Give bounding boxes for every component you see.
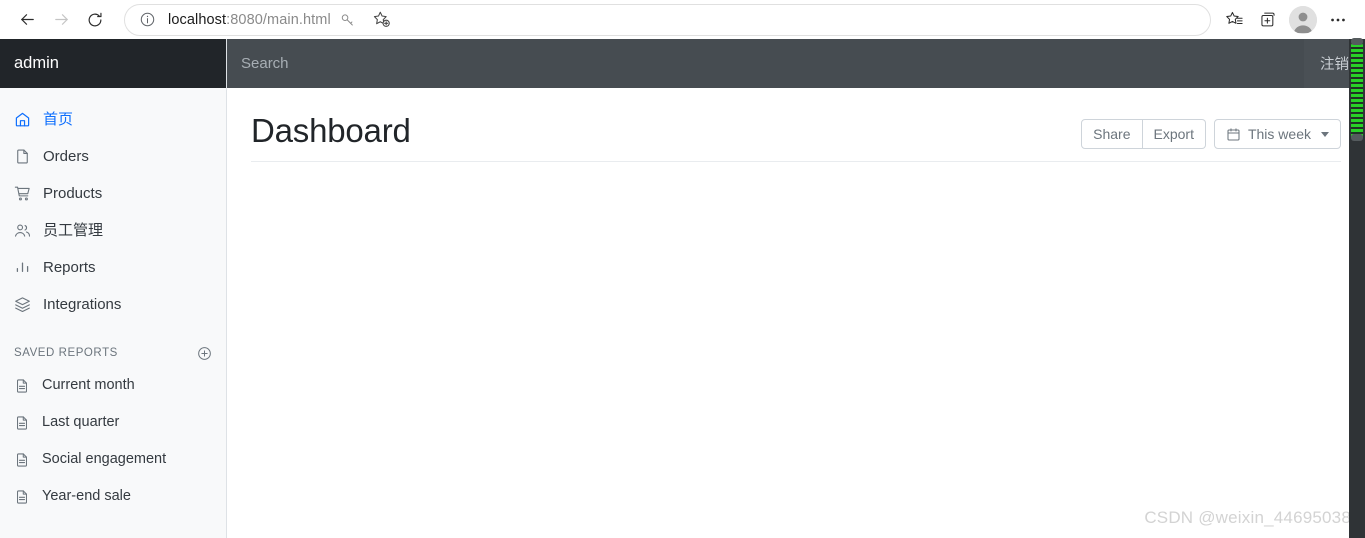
scrollbar-thumb[interactable] [1351,44,1363,139]
file-text-icon [14,415,30,431]
app-root: admin 首页 Orders Products 员工管理 Reports In… [0,38,1365,538]
page-content: Dashboard Share Export This week CSDN @w… [227,88,1365,538]
saved-report-current-month[interactable]: Current month [0,367,226,404]
home-icon [14,111,31,128]
scrollbar-thumb-cap-top [1351,38,1363,45]
arrow-right-icon [52,10,71,29]
sidebar-item-staff-management[interactable]: 员工管理 [0,212,226,249]
saved-report-label: Year-end sale [42,488,131,505]
page-scrollbar[interactable] [1349,38,1365,538]
file-text-icon [14,378,30,394]
saved-report-year-end-sale[interactable]: Year-end sale [0,478,226,515]
forward-button[interactable] [44,4,78,36]
date-range-label: This week [1247,126,1311,142]
scrollbar-thumb-cap-bottom [1351,134,1363,141]
main-column: 注销 Dashboard Share Export [227,39,1365,538]
file-text-icon [14,452,30,468]
password-key-icon[interactable] [331,4,365,36]
url-host: localhost [168,11,227,28]
users-icon [14,222,31,239]
collections-icon[interactable] [1251,4,1285,36]
url-path: :8080/main.html [226,11,331,28]
watermark: CSDN @weixin_44695038 [1144,508,1351,527]
file-icon [14,148,31,165]
site-info-icon[interactable] [139,11,156,28]
sidebar-nav: 首页 Orders Products 员工管理 Reports Integrat… [0,88,226,515]
arrow-left-icon [18,10,37,29]
plus-circle-icon[interactable] [196,345,212,361]
saved-reports-title: SAVED REPORTS [14,347,118,359]
saved-report-label: Last quarter [42,414,120,431]
share-button[interactable]: Share [1081,119,1143,149]
saved-reports-heading: SAVED REPORTS [0,323,226,367]
sidebar-item-label: Reports [43,259,96,276]
sidebar-item-label: Integrations [43,296,122,313]
add-favorite-icon[interactable] [365,4,399,36]
chevron-down-icon [1321,131,1329,137]
file-text-icon [14,489,30,505]
top-navbar: 注销 [227,39,1365,88]
sidebar-item-integrations[interactable]: Integrations [0,286,226,323]
sidebar-item-label: 员工管理 [43,222,104,239]
address-bar[interactable]: localhost:8080/main.html [124,3,1211,36]
layers-icon [14,296,31,313]
back-button[interactable] [10,4,44,36]
sidebar-item-orders[interactable]: Orders [0,138,226,175]
refresh-icon [86,11,104,29]
reload-button[interactable] [78,4,112,36]
page-header: Dashboard Share Export This week [251,88,1341,163]
address-bar-text: localhost:8080/main.html [168,12,331,28]
favorites-icon[interactable] [1217,4,1251,36]
settings-more-icon[interactable] [1321,4,1355,36]
sidebar-brand[interactable]: admin [0,39,226,88]
sidebar-item-label: Products [43,185,103,202]
profile-avatar-icon[interactable] [1289,5,1317,34]
sidebar-item-home[interactable]: 首页 [0,101,226,138]
sidebar-item-reports[interactable]: Reports [0,249,226,286]
search-input[interactable] [227,39,1304,88]
header-actions: Share Export This week [1081,119,1341,149]
saved-report-last-quarter[interactable]: Last quarter [0,404,226,441]
date-range-dropdown[interactable]: This week [1213,119,1341,149]
saved-report-label: Current month [42,377,135,394]
browser-toolbar: localhost:8080/main.html [0,0,1365,39]
sidebar-item-label: 首页 [43,111,74,128]
cart-icon [14,185,31,202]
export-button[interactable]: Export [1142,119,1206,149]
share-export-button-group: Share Export [1081,119,1206,149]
sidebar: admin 首页 Orders Products 员工管理 Reports In… [0,39,227,538]
saved-report-social-engagement[interactable]: Social engagement [0,441,226,478]
browser-toolbar-actions [1217,4,1355,36]
logout-link[interactable]: 注销 [1320,53,1349,74]
bar-chart-icon [14,259,31,276]
sidebar-item-label: Orders [43,148,89,165]
omnibox-actions [331,4,399,36]
saved-report-label: Social engagement [42,451,167,468]
calendar-icon [1226,127,1241,142]
page-title: Dashboard [251,112,411,149]
sidebar-item-products[interactable]: Products [0,175,226,212]
